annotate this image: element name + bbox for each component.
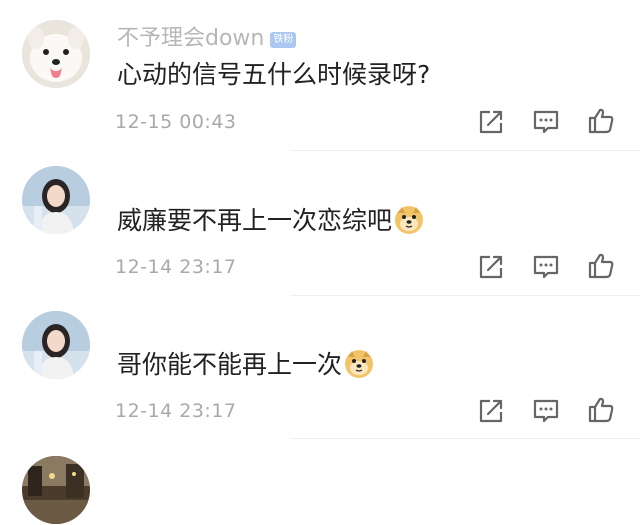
like-button[interactable]: [586, 395, 616, 425]
comment-button[interactable]: [531, 252, 561, 282]
girl-avatar-icon: [22, 166, 90, 234]
username-text[interactable]: 不予理会down: [117, 26, 264, 51]
comment-text-content: 哥你能不能再上一次: [117, 350, 343, 379]
girl-avatar-icon: [22, 311, 90, 379]
like-icon: [588, 108, 614, 134]
divider: [290, 150, 640, 151]
like-button[interactable]: [586, 106, 616, 136]
comment-text: 心动的信号五什么时候录呀?: [117, 60, 431, 89]
avatar[interactable]: [22, 456, 90, 524]
street-avatar-icon: [22, 456, 90, 524]
comment-text: 威廉要不再上一次恋综吧: [117, 204, 424, 238]
comment-icon: [533, 110, 559, 134]
comment-text: 哥你能不能再上一次: [117, 348, 374, 382]
share-icon: [479, 399, 503, 423]
comment-time: 12-14 23:17: [115, 256, 237, 278]
share-button[interactable]: [476, 396, 506, 426]
share-icon: [479, 255, 503, 279]
comment-icon: [533, 399, 559, 423]
fan-badge: 铁粉: [270, 32, 297, 48]
comment-text-content: 威廉要不再上一次恋综吧: [117, 206, 393, 235]
like-icon: [588, 253, 614, 279]
like-icon: [588, 397, 614, 423]
avatar[interactable]: [22, 20, 90, 88]
username[interactable]: 不予理会down 铁粉: [117, 25, 297, 53]
doge-emoji-icon: [395, 206, 424, 234]
share-icon: [479, 110, 503, 134]
comment-list: 不予理会down 铁粉 心动的信号五什么时候录呀? 12-15 00:43 威廉…: [0, 0, 640, 525]
share-button[interactable]: [476, 252, 506, 282]
divider: [290, 295, 640, 296]
dog-avatar-icon: [22, 20, 90, 88]
doge-emoji-icon: [345, 350, 374, 378]
avatar[interactable]: [22, 311, 90, 379]
comment-button[interactable]: [531, 396, 561, 426]
comment-time: 12-15 00:43: [115, 111, 237, 133]
comment-button[interactable]: [531, 107, 561, 137]
divider: [290, 438, 640, 439]
comment-icon: [533, 255, 559, 279]
avatar[interactable]: [22, 166, 90, 234]
share-button[interactable]: [476, 107, 506, 137]
like-button[interactable]: [586, 251, 616, 281]
comment-time: 12-14 23:17: [115, 400, 237, 422]
